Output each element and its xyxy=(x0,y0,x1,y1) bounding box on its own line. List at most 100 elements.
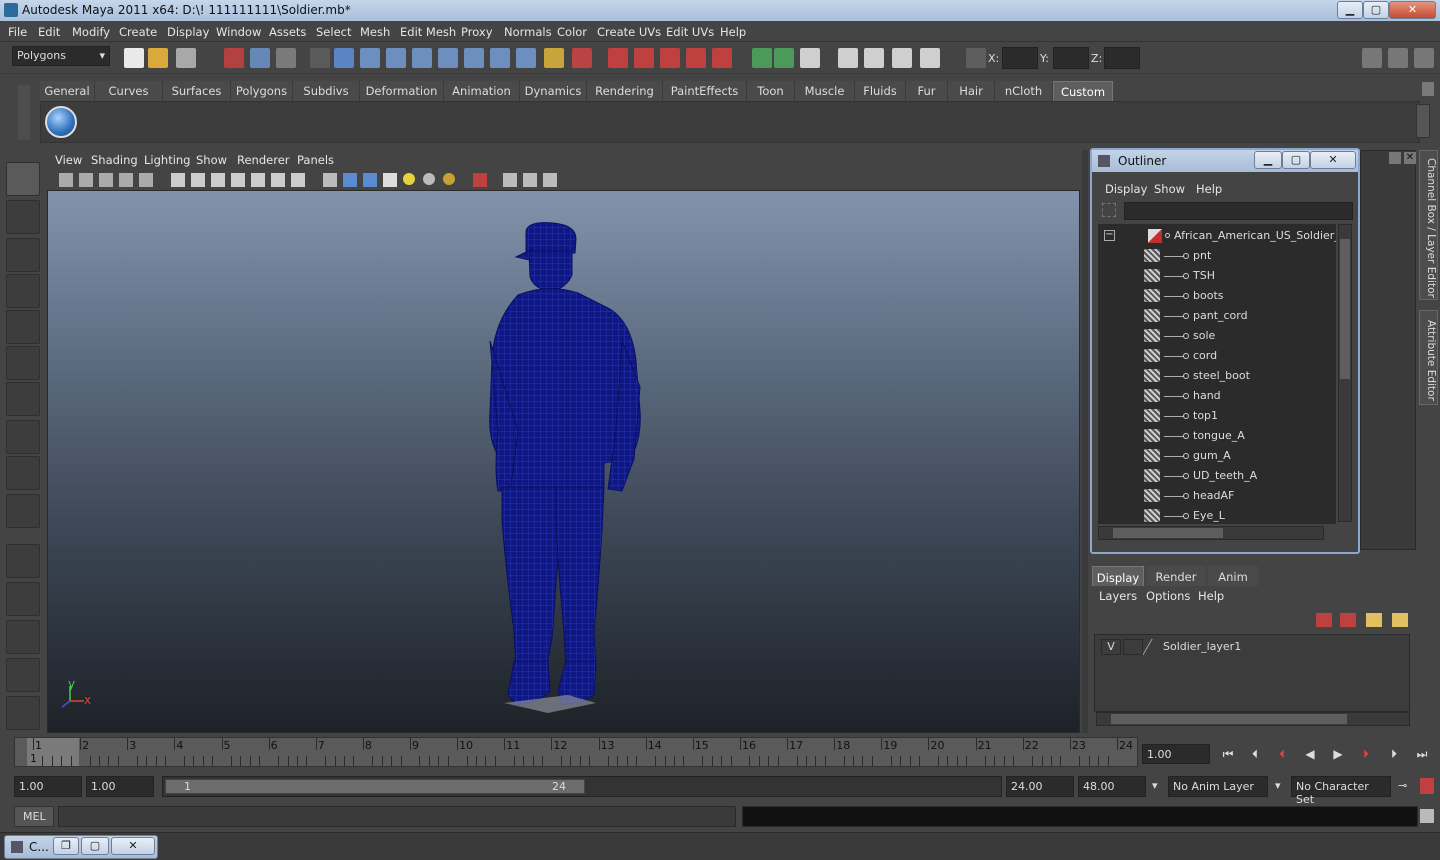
list-item[interactable]: steel_boot xyxy=(1098,366,1336,386)
render-settings-icon[interactable] xyxy=(920,48,940,68)
outliner-menu-help[interactable]: Help xyxy=(1196,182,1222,196)
manipulator-tool-icon[interactable] xyxy=(6,382,40,416)
close-button[interactable]: ✕ xyxy=(1389,1,1436,19)
select-deformations-icon[interactable] xyxy=(438,48,458,68)
list-item[interactable]: sole xyxy=(1098,326,1336,346)
rotate-tool-icon[interactable] xyxy=(6,310,40,344)
soft-mod-tool-icon[interactable] xyxy=(6,420,40,454)
tab-hair[interactable]: Hair xyxy=(948,81,995,101)
film-gate-icon[interactable] xyxy=(191,173,205,187)
step-forward-key-icon[interactable]: ⏵ xyxy=(1356,747,1376,763)
snap-grid-icon[interactable] xyxy=(608,48,628,68)
filter-icon[interactable] xyxy=(1102,203,1116,217)
menu-help[interactable]: Help xyxy=(720,25,746,39)
smooth-shade-icon[interactable] xyxy=(343,173,357,187)
minimize-button[interactable]: ▁ xyxy=(1337,1,1363,19)
tab-subdivs[interactable]: Subdivs xyxy=(293,81,360,101)
select-misc-icon[interactable] xyxy=(516,48,536,68)
bookmark-icon[interactable] xyxy=(79,173,93,187)
grid-icon[interactable] xyxy=(171,173,185,187)
four-view-layout-icon[interactable] xyxy=(6,582,40,616)
list-item[interactable]: headAF xyxy=(1098,486,1336,506)
scrollbar-thumb[interactable] xyxy=(1340,239,1350,379)
range-slider[interactable]: 1 24 xyxy=(162,776,1002,797)
step-back-key-icon[interactable]: ⏴ xyxy=(1272,747,1292,763)
layer-menu-options[interactable]: Options xyxy=(1146,589,1190,603)
safe-action-icon[interactable] xyxy=(271,173,285,187)
tab-surfaces[interactable]: Surfaces xyxy=(163,81,231,101)
panel-close-icon[interactable]: ✕ xyxy=(1404,152,1416,164)
collapse-icon[interactable]: − xyxy=(1104,230,1115,241)
menu-file[interactable]: File xyxy=(8,25,27,39)
step-back-frame-icon[interactable]: ⏴ xyxy=(1245,747,1265,763)
render-view-icon[interactable] xyxy=(838,48,858,68)
close-button[interactable]: ✕ xyxy=(111,837,155,855)
list-item[interactable]: boots xyxy=(1098,286,1336,306)
open-scene-icon[interactable] xyxy=(148,48,168,68)
play-backwards-icon[interactable]: ◀ xyxy=(1300,747,1320,763)
tab-rendering[interactable]: Rendering xyxy=(587,81,663,101)
layer-display-type-toggle[interactable] xyxy=(1123,639,1143,655)
show-manipulator-icon[interactable] xyxy=(6,456,40,490)
viewport-menu-panels[interactable]: Panels xyxy=(297,153,334,167)
command-input[interactable] xyxy=(58,806,736,827)
make-live-icon[interactable] xyxy=(712,48,732,68)
new-empty-layer-icon[interactable] xyxy=(1366,613,1382,627)
chevron-down-icon[interactable]: ▾ xyxy=(1152,779,1158,792)
single-perspective-layout-icon[interactable] xyxy=(6,544,40,578)
select-object-icon[interactable] xyxy=(250,48,270,68)
xray-components-icon[interactable] xyxy=(543,173,557,187)
render-current-icon[interactable] xyxy=(864,48,884,68)
list-item[interactable]: gum_A xyxy=(1098,446,1336,466)
two-d-pan-icon[interactable] xyxy=(139,173,153,187)
animation-start-field[interactable]: 1.00 xyxy=(14,776,82,797)
outliner-horizontal-scrollbar[interactable] xyxy=(1098,526,1324,540)
tab-display[interactable]: Display xyxy=(1092,566,1144,586)
tab-polygons[interactable]: Polygons xyxy=(231,81,293,101)
select-rendering-icon[interactable] xyxy=(490,48,510,68)
outliner-close-button[interactable]: ✕ xyxy=(1310,151,1356,169)
toggle-attribute-editor-icon[interactable] xyxy=(1362,48,1382,68)
outliner-search-input[interactable] xyxy=(1124,202,1353,220)
outliner-layout-icon[interactable] xyxy=(6,620,40,654)
graph-layout-icon[interactable] xyxy=(6,658,40,692)
high-quality-icon[interactable] xyxy=(443,173,455,185)
resolution-gate-icon[interactable] xyxy=(211,173,225,187)
play-forwards-icon[interactable]: ▶ xyxy=(1328,747,1348,763)
viewport-menu-lighting[interactable]: Lighting xyxy=(144,153,190,167)
outliner-menu-show[interactable]: Show xyxy=(1154,182,1185,196)
tab-general[interactable]: General xyxy=(40,81,95,101)
construction-history-icon[interactable] xyxy=(800,48,820,68)
select-curves-icon[interactable] xyxy=(386,48,406,68)
select-tool-icon[interactable] xyxy=(6,162,40,196)
character-set-dropdown[interactable]: No Character Set xyxy=(1291,776,1391,806)
y-field[interactable] xyxy=(1053,47,1089,69)
safe-title-icon[interactable] xyxy=(291,173,305,187)
menu-modify[interactable]: Modify xyxy=(72,25,110,39)
list-item[interactable]: pant_cord xyxy=(1098,306,1336,326)
viewport-splitter[interactable] xyxy=(1082,150,1088,733)
lasso-tool-icon[interactable] xyxy=(6,200,40,234)
tab-muscle[interactable]: Muscle xyxy=(795,81,855,101)
menu-normals[interactable]: Normals xyxy=(504,25,552,39)
perspective-viewport[interactable]: y x xyxy=(47,190,1080,733)
viewport-menu-show[interactable]: Show xyxy=(196,153,227,167)
select-component-icon[interactable] xyxy=(276,48,296,68)
transform-mode-icon[interactable] xyxy=(966,48,986,68)
outliner-menu-display[interactable]: Display xyxy=(1105,182,1147,196)
wireframe-icon[interactable] xyxy=(323,173,337,187)
menu-select[interactable]: Select xyxy=(316,25,351,39)
menu-color[interactable]: Color xyxy=(557,25,587,39)
wireframe-on-shaded-icon[interactable] xyxy=(363,173,377,187)
check-icon[interactable] xyxy=(45,106,77,138)
preferences-icon[interactable] xyxy=(1420,778,1434,794)
tab-painteffects[interactable]: PaintEffects xyxy=(663,81,747,101)
toggle-tool-settings-icon[interactable] xyxy=(1388,48,1408,68)
highlight-selection-icon[interactable] xyxy=(572,48,592,68)
animation-end-field[interactable]: 48.00 xyxy=(1078,776,1146,797)
current-frame-field[interactable]: 1.00 xyxy=(1142,744,1210,764)
field-chart-icon[interactable] xyxy=(251,173,265,187)
menu-proxy[interactable]: Proxy xyxy=(461,25,493,39)
viewport-menu-shading[interactable]: Shading xyxy=(91,153,138,167)
list-item[interactable]: top1 xyxy=(1098,406,1336,426)
